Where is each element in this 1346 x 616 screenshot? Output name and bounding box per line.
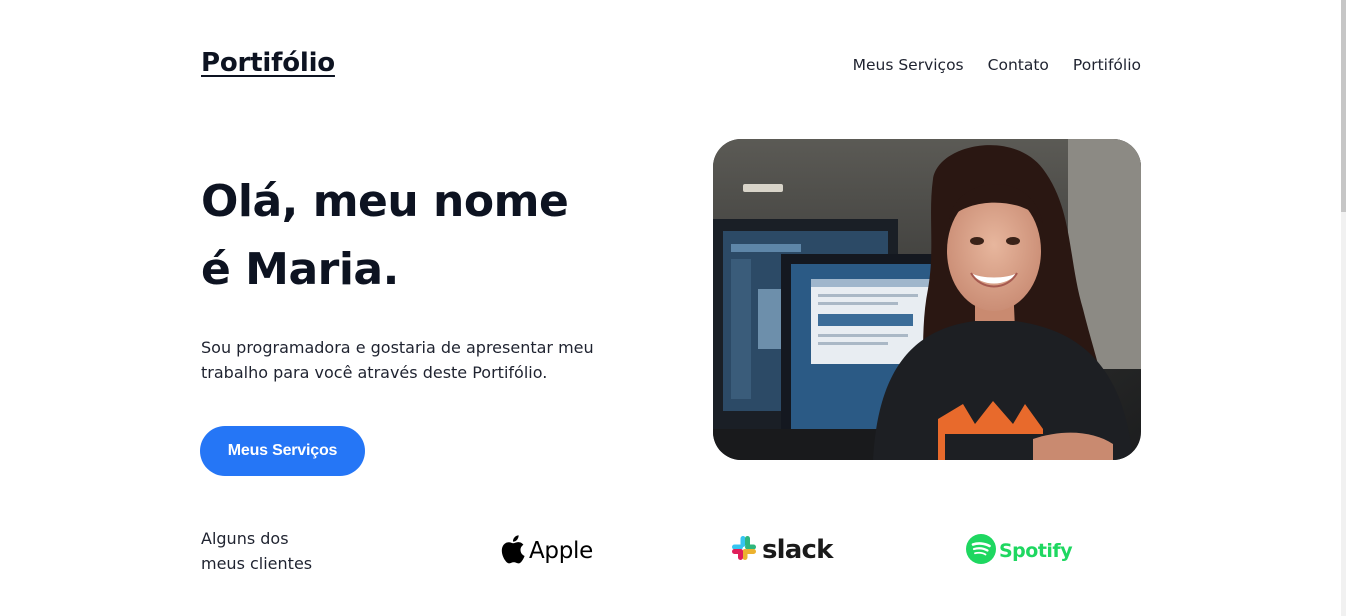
hero-description: Sou programadora e gostaria de apresenta…: [201, 336, 631, 385]
hero-description-line2: trabalho para você através deste Portifó…: [201, 362, 548, 382]
page-scrollbar[interactable]: [1341, 0, 1346, 616]
site-logo[interactable]: Portifólio: [201, 48, 335, 78]
clients-label: Alguns dos meus clientes: [201, 526, 312, 576]
client-name-apple: Apple: [529, 538, 593, 564]
client-logo-apple: Apple: [500, 534, 593, 568]
hero-title: Olá, meu nome é Maria.: [201, 168, 569, 304]
profile-photo: [713, 139, 1141, 460]
hero-description-line1: Sou programadora e gostaria de apresenta…: [201, 338, 594, 357]
client-logo-spotify: Spotify: [966, 534, 1073, 568]
spotify-icon: [966, 534, 996, 568]
client-name-spotify: Spotify: [999, 540, 1073, 562]
clients-label-line2: meus clientes: [201, 554, 313, 573]
scrollbar-thumb[interactable]: [1341, 0, 1346, 212]
nav-link-contact[interactable]: Contato: [988, 56, 1049, 74]
clients-label-line1: Alguns dos: [201, 529, 289, 548]
main-nav: Meus Serviços Contato Portifólio: [853, 56, 1141, 74]
nav-link-services[interactable]: Meus Serviços: [853, 56, 964, 74]
slack-icon: [731, 535, 757, 565]
apple-icon: [500, 534, 525, 568]
site-header: Portifólio Meus Serviços Contato Portifó…: [201, 48, 1141, 88]
services-button[interactable]: Meus Serviços: [200, 426, 365, 476]
hero-title-line2: é Maria.: [201, 244, 399, 295]
client-logo-slack: slack: [731, 535, 833, 565]
hero-title-line1: Olá, meu nome: [201, 176, 569, 227]
client-name-slack: slack: [762, 535, 833, 565]
nav-link-portfolio[interactable]: Portifólio: [1073, 56, 1141, 74]
